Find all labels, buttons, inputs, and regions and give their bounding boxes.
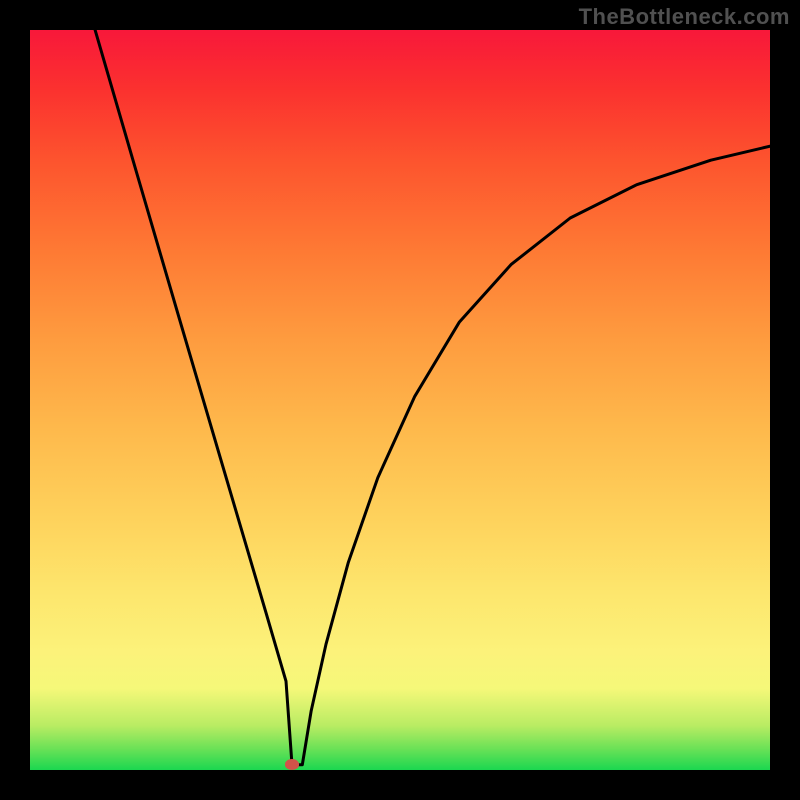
- plot-area: [30, 30, 770, 770]
- bottleneck-marker: [285, 759, 299, 770]
- watermark-label: TheBottleneck.com: [579, 4, 790, 30]
- chart-frame: TheBottleneck.com: [0, 0, 800, 800]
